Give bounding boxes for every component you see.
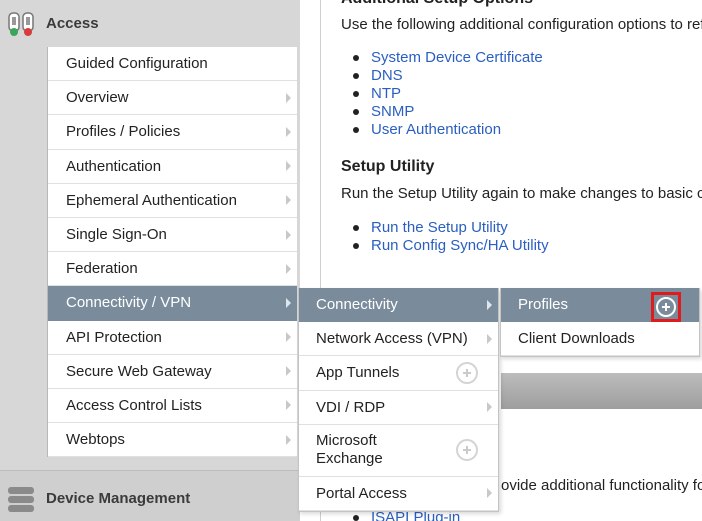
menu-item-authentication[interactable]: Authentication xyxy=(48,149,297,184)
menu-item-label: Ephemeral Authentication xyxy=(66,191,237,209)
add-circle-icon[interactable] xyxy=(456,439,478,462)
chevron-right-icon xyxy=(286,297,291,308)
connectivity-profiles-submenu: Profiles Client Downloads xyxy=(500,288,700,358)
link-user-authentication[interactable]: User Authentication xyxy=(353,121,543,139)
connectivity-submenu: Connectivity Network Access (VPN) App Tu… xyxy=(298,288,499,512)
submenu-item-label: Portal Access xyxy=(316,484,407,502)
section-title-setup-utility: Setup Utility xyxy=(341,158,435,175)
menu-item-label: Secure Web Gateway xyxy=(66,362,212,380)
chevron-right-icon xyxy=(286,366,291,377)
submenu-item-label: Profiles xyxy=(518,296,569,314)
submenu-item-client-downloads[interactable]: Client Downloads xyxy=(501,322,699,357)
menu-item-single-sign-on[interactable]: Single Sign-On xyxy=(48,217,297,253)
chevron-right-icon xyxy=(286,126,291,137)
link-snmp[interactable]: SNMP xyxy=(353,103,543,121)
submenu-item-label: App Tunnels xyxy=(316,364,400,382)
menu-item-profiles-policies[interactable]: Profiles / Policies xyxy=(48,115,297,150)
link-run-config-sync[interactable]: Run Config Sync/HA Utility xyxy=(353,237,549,255)
menu-item-label: Authentication xyxy=(66,157,162,175)
menu-item-api-protection[interactable]: API Protection xyxy=(48,320,297,355)
submenu-item-portal-access[interactable]: Portal Access xyxy=(299,476,498,511)
submenu-item-label: VDI / RDP xyxy=(316,398,386,416)
link-system-device-certificate[interactable]: System Device Certificate xyxy=(353,49,543,67)
chevron-right-icon xyxy=(286,161,291,172)
section-title-additional-setup: Additional Setup Options xyxy=(341,0,533,8)
section-description: Use the following additional configurati… xyxy=(341,16,702,33)
section-header-bar xyxy=(501,373,702,409)
server-icon xyxy=(8,487,34,512)
section-description: ovide additional functionality for xyxy=(501,477,702,494)
menu-item-access-control-lists[interactable]: Access Control Lists xyxy=(48,388,297,424)
link-ntp[interactable]: NTP xyxy=(353,85,543,103)
menu-item-secure-web-gateway[interactable]: Secure Web Gateway xyxy=(48,354,297,389)
menu-item-label: API Protection xyxy=(66,328,162,346)
menu-item-label: Webtops xyxy=(66,431,125,449)
chevron-right-icon xyxy=(487,333,492,344)
chevron-right-icon xyxy=(487,488,492,499)
menu-item-webtops[interactable]: Webtops xyxy=(48,423,297,458)
chevron-right-icon xyxy=(487,402,492,413)
access-menu: Guided Configuration Overview Profiles /… xyxy=(47,47,297,458)
rail-footer-device-management[interactable]: Device Management xyxy=(0,470,300,521)
submenu-item-label: Microsoft Exchange xyxy=(316,432,383,468)
submenu-item-connectivity[interactable]: Connectivity xyxy=(299,288,498,323)
submenu-item-vdi-rdp[interactable]: VDI / RDP xyxy=(299,390,498,425)
submenu-item-label: Connectivity xyxy=(316,296,398,314)
chevron-right-icon xyxy=(286,332,291,343)
access-icon xyxy=(8,12,34,36)
submenu-item-network-access[interactable]: Network Access (VPN) xyxy=(299,322,498,357)
menu-item-label: Access Control Lists xyxy=(66,396,202,414)
submenu-item-label: Network Access (VPN) xyxy=(316,330,468,348)
chevron-right-icon xyxy=(286,229,291,240)
section-description: Run the Setup Utility again to make chan… xyxy=(341,185,702,202)
menu-item-label: Single Sign-On xyxy=(66,226,167,244)
menu-item-label: Overview xyxy=(66,89,129,107)
menu-item-label: Federation xyxy=(66,260,138,278)
rail-title: Device Management xyxy=(46,490,191,507)
link-dns[interactable]: DNS xyxy=(353,67,543,85)
chevron-right-icon xyxy=(286,434,291,445)
chevron-right-icon xyxy=(286,195,291,206)
link-run-setup-utility[interactable]: Run the Setup Utility xyxy=(353,219,549,237)
menu-item-overview[interactable]: Overview xyxy=(48,81,297,116)
chevron-right-icon xyxy=(286,263,291,274)
menu-item-federation[interactable]: Federation xyxy=(48,252,297,287)
chevron-right-icon xyxy=(286,400,291,411)
plus-circle-icon xyxy=(656,297,676,317)
rail-title: Access xyxy=(46,14,99,32)
menu-item-label: Profiles / Policies xyxy=(66,123,181,141)
menu-item-label: Connectivity / VPN xyxy=(66,294,192,312)
menu-item-guided-configuration[interactable]: Guided Configuration xyxy=(48,47,297,82)
setup-utility-list: Run the Setup Utility Run Config Sync/HA… xyxy=(353,219,549,255)
submenu-item-microsoft-exchange[interactable]: Microsoft Exchange xyxy=(299,424,498,477)
chevron-right-icon xyxy=(487,299,492,310)
add-circle-icon[interactable] xyxy=(456,361,478,384)
chevron-right-icon xyxy=(286,92,291,103)
submenu-item-app-tunnels[interactable]: App Tunnels xyxy=(299,356,498,391)
menu-item-ephemeral-authentication[interactable]: Ephemeral Authentication xyxy=(48,183,297,218)
rail-header-access[interactable]: Access xyxy=(0,0,300,46)
menu-item-label: Guided Configuration xyxy=(66,55,208,73)
menu-item-connectivity-vpn[interactable]: Connectivity / VPN xyxy=(48,286,297,321)
setup-options-list: System Device Certificate DNS NTP SNMP U… xyxy=(353,49,543,139)
submenu-item-label: Client Downloads xyxy=(518,330,635,348)
submenu-item-profiles[interactable]: Profiles xyxy=(501,288,699,323)
add-profile-button[interactable] xyxy=(651,292,681,322)
